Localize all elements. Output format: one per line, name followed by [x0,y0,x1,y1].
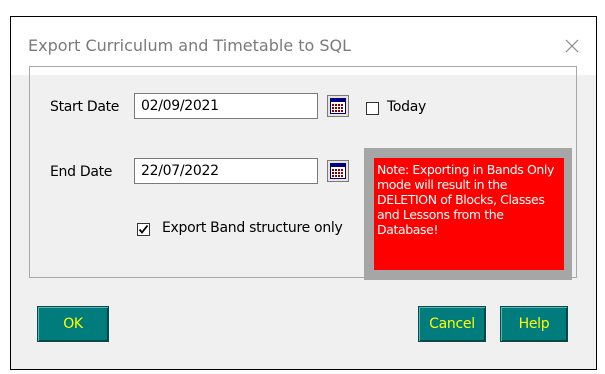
calendar-icon [330,163,346,179]
dialog-title: Export Curriculum and Timetable to SQL [28,36,352,55]
close-icon[interactable] [559,33,585,59]
start-date-label: Start Date [50,99,120,115]
help-button[interactable]: Help [500,306,568,342]
start-date-field[interactable]: 02/09/2021 [134,93,318,119]
checkmark-icon [138,224,149,234]
end-date-label: End Date [50,164,113,180]
ok-button[interactable]: OK [37,306,109,342]
today-label: Today [387,99,426,115]
today-checkbox[interactable] [366,102,379,115]
end-date-calendar-button[interactable] [327,160,349,182]
cancel-button[interactable]: Cancel [418,306,486,342]
export-band-label: Export Band structure only [162,220,343,236]
export-band-checkbox[interactable] [137,223,150,236]
calendar-icon [330,98,346,114]
start-date-calendar-button[interactable] [327,95,349,117]
end-date-field[interactable]: 22/07/2022 [134,158,318,184]
warning-note: Note: Exporting in Bands Only mode will … [374,158,564,270]
